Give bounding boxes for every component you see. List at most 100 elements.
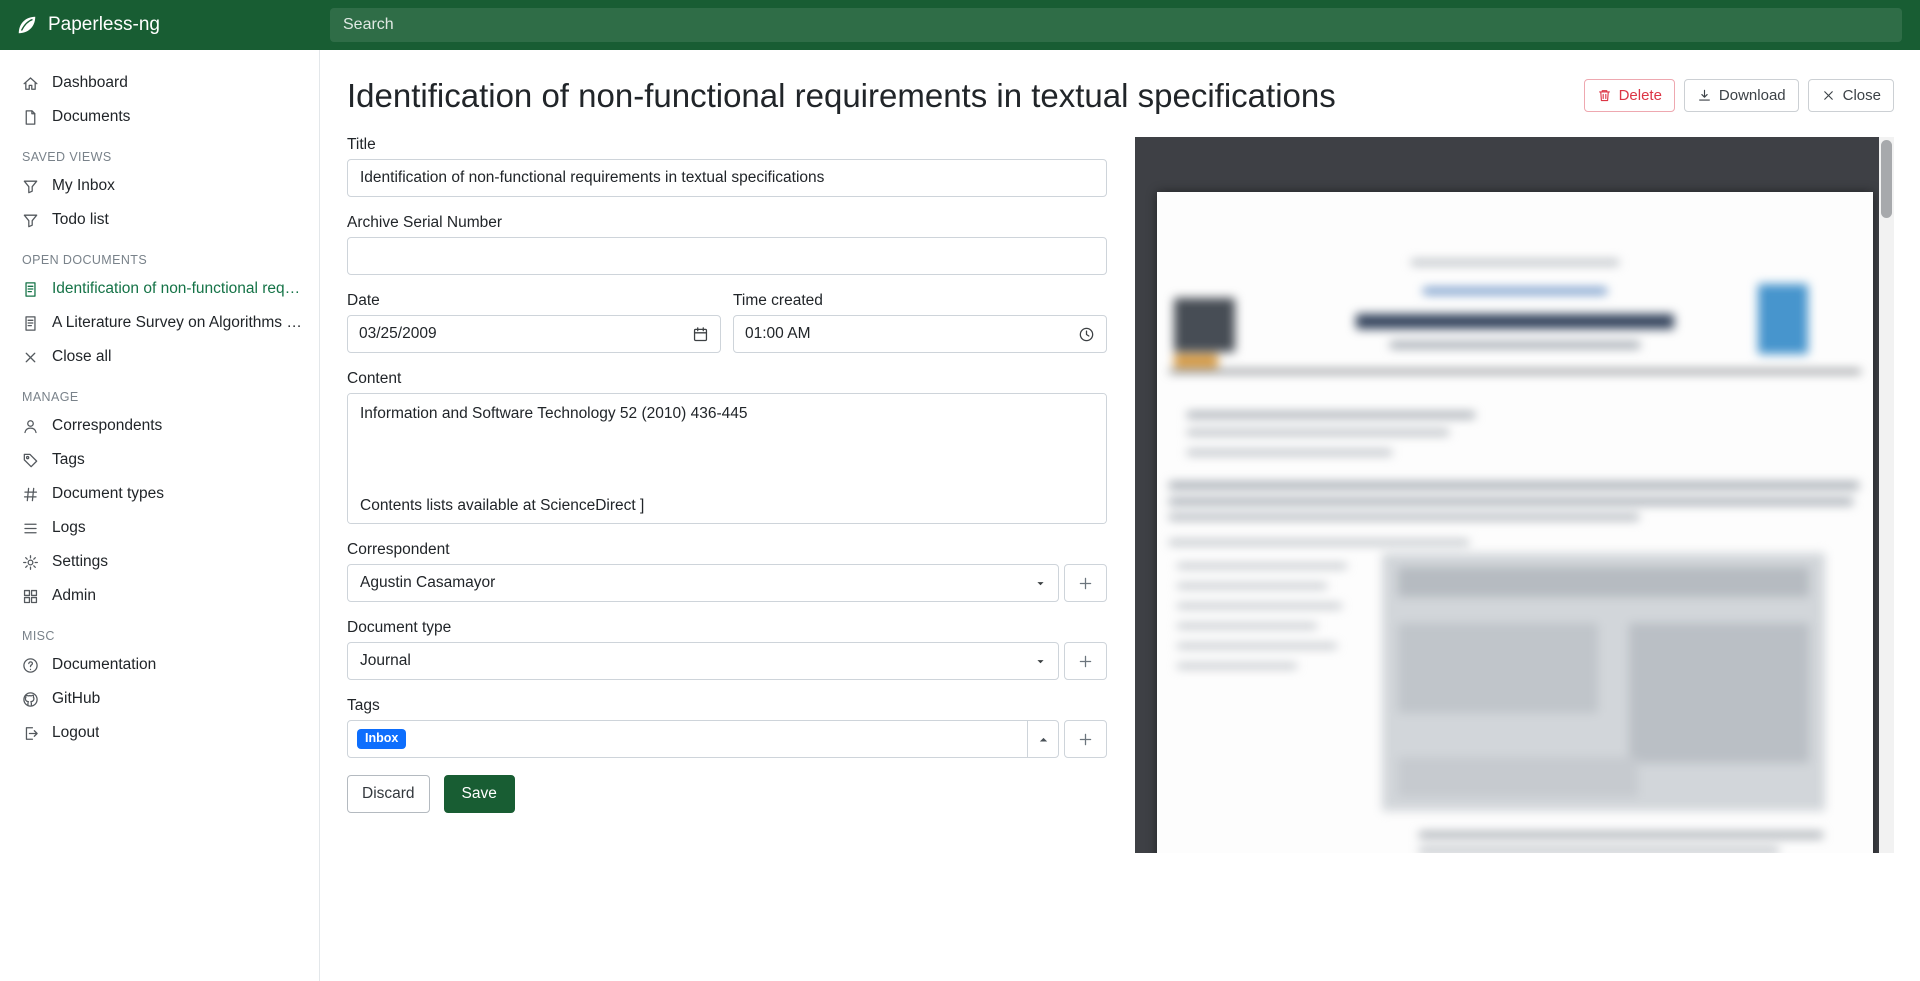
person-icon	[22, 418, 39, 435]
pdf-blurred-content	[1157, 192, 1873, 853]
pdf-content-blob	[1411, 260, 1619, 265]
date-input[interactable]: 03/25/2009	[347, 315, 721, 353]
sidebar-item-label: Documents	[52, 108, 130, 126]
caret-up-icon	[1037, 733, 1050, 746]
pdf-figure-blob	[1382, 553, 1825, 811]
plus-icon	[1077, 575, 1094, 592]
discard-button[interactable]: Discard	[347, 775, 430, 813]
document-type-select[interactable]: Journal	[347, 642, 1059, 680]
document-edit-form: Title Archive Serial Number Date 03/25/2…	[347, 126, 1107, 853]
save-button[interactable]: Save	[444, 775, 515, 813]
asn-label: Archive Serial Number	[347, 214, 1107, 232]
sidebar-item-label: Logout	[52, 724, 99, 742]
sidebar-item-label: Todo list	[52, 211, 109, 229]
document-preview[interactable]	[1135, 137, 1894, 853]
delete-button[interactable]: Delete	[1584, 79, 1675, 112]
logout-icon	[22, 725, 39, 742]
close-button-label: Close	[1843, 87, 1881, 104]
sidebar-item-document-types[interactable]: Document types	[0, 477, 319, 511]
pdf-content-blob	[1174, 298, 1235, 352]
delete-button-label: Delete	[1619, 87, 1662, 104]
document-type-value: Journal	[360, 652, 411, 670]
correspondent-select[interactable]: Agustin Casamayor	[347, 564, 1059, 602]
top-navbar: Paperless-ng	[0, 0, 1920, 50]
download-button[interactable]: Download	[1684, 79, 1799, 112]
asn-input[interactable]	[347, 237, 1107, 275]
preview-scrollbar-thumb[interactable]	[1881, 140, 1892, 218]
sidebar-item-label: Tags	[52, 451, 85, 469]
funnel-icon	[22, 178, 39, 195]
sidebar-item-label: Admin	[52, 587, 96, 605]
trash-icon	[1597, 88, 1612, 103]
sidebar-heading-misc: MISC	[0, 613, 319, 648]
sidebar-item-label: My Inbox	[52, 177, 115, 195]
hash-icon	[22, 486, 39, 503]
sidebar-item-correspondents[interactable]: Correspondents	[0, 409, 319, 443]
sidebar-item-logout[interactable]: Logout	[0, 716, 319, 750]
pdf-content-blob	[1169, 514, 1639, 520]
document-type-label: Document type	[347, 619, 1107, 637]
list-icon	[22, 520, 39, 537]
sidebar-item-logs[interactable]: Logs	[0, 511, 319, 545]
tags-input[interactable]: Inbox	[347, 720, 1028, 758]
add-document-type-button[interactable]	[1064, 642, 1107, 680]
sidebar-item-close-all[interactable]: Close all	[0, 340, 319, 374]
plus-icon	[1077, 653, 1094, 670]
sidebar-item-todo-list[interactable]: Todo list	[0, 203, 319, 237]
pdf-content-blob	[1174, 354, 1218, 368]
search-input[interactable]	[330, 8, 1902, 42]
clock-icon[interactable]	[1078, 326, 1095, 343]
sidebar-item-admin[interactable]: Admin	[0, 579, 319, 613]
correspondent-label: Correspondent	[347, 541, 1107, 559]
sidebar-item-label: A Literature Survey on Algorithms for Mu…	[52, 314, 305, 332]
pdf-content-blob	[1629, 623, 1809, 763]
tag-badge-inbox[interactable]: Inbox	[357, 729, 406, 749]
file-text-icon	[22, 315, 39, 332]
sidebar-item-documents[interactable]: Documents	[0, 100, 319, 134]
pdf-content-blob	[1169, 498, 1853, 505]
date-label: Date	[347, 292, 721, 310]
pdf-content-blob	[1187, 450, 1392, 455]
github-icon	[22, 691, 39, 708]
plus-icon	[1077, 731, 1094, 748]
chevron-down-icon	[1035, 656, 1046, 667]
pdf-content-blob	[1177, 584, 1327, 588]
sidebar-item-label: Document types	[52, 485, 164, 503]
content-textarea[interactable]: Information and Software Technology 52 (…	[347, 393, 1107, 524]
pdf-content-blob	[1419, 832, 1823, 838]
calendar-icon[interactable]	[692, 326, 709, 343]
app-brand[interactable]: Paperless-ng	[0, 14, 320, 36]
pdf-content-blob	[1177, 604, 1342, 608]
app-title: Paperless-ng	[48, 14, 160, 36]
preview-scrollbar[interactable]	[1879, 137, 1894, 853]
sidebar-open-document-1[interactable]: Identification of non-functional require…	[0, 272, 319, 306]
sidebar-item-tags[interactable]: Tags	[0, 443, 319, 477]
sidebar-item-label: Documentation	[52, 656, 156, 674]
close-button[interactable]: Close	[1808, 79, 1894, 112]
sidebar-item-my-inbox[interactable]: My Inbox	[0, 169, 319, 203]
pdf-content-blob	[1398, 757, 1638, 797]
sidebar-open-document-2[interactable]: A Literature Survey on Algorithms for Mu…	[0, 306, 319, 340]
pdf-content-blob	[1169, 370, 1861, 373]
sidebar-item-dashboard[interactable]: Dashboard	[0, 66, 319, 100]
sidebar-heading-manage: MANAGE	[0, 374, 319, 409]
sidebar-item-label: Correspondents	[52, 417, 162, 435]
sidebar-heading-saved-views: SAVED VIEWS	[0, 134, 319, 169]
title-input[interactable]	[347, 159, 1107, 197]
pdf-content-blob	[1423, 288, 1607, 294]
title-label: Title	[347, 136, 1107, 154]
sidebar-item-github[interactable]: GitHub	[0, 682, 319, 716]
question-circle-icon	[22, 657, 39, 674]
sidebar-item-settings[interactable]: Settings	[0, 545, 319, 579]
grid-icon	[22, 588, 39, 605]
add-tag-button[interactable]	[1064, 720, 1107, 758]
tags-dropdown-button[interactable]	[1027, 720, 1059, 758]
sidebar-item-label: Logs	[52, 519, 86, 537]
add-correspondent-button[interactable]	[1064, 564, 1107, 602]
sidebar-item-documentation[interactable]: Documentation	[0, 648, 319, 682]
pdf-content-blob	[1390, 342, 1640, 348]
sidebar-item-label: Dashboard	[52, 74, 128, 92]
pdf-content-blob	[1758, 284, 1808, 354]
time-created-input[interactable]: 01:00 AM	[733, 315, 1107, 353]
pdf-content-blob	[1398, 567, 1809, 597]
